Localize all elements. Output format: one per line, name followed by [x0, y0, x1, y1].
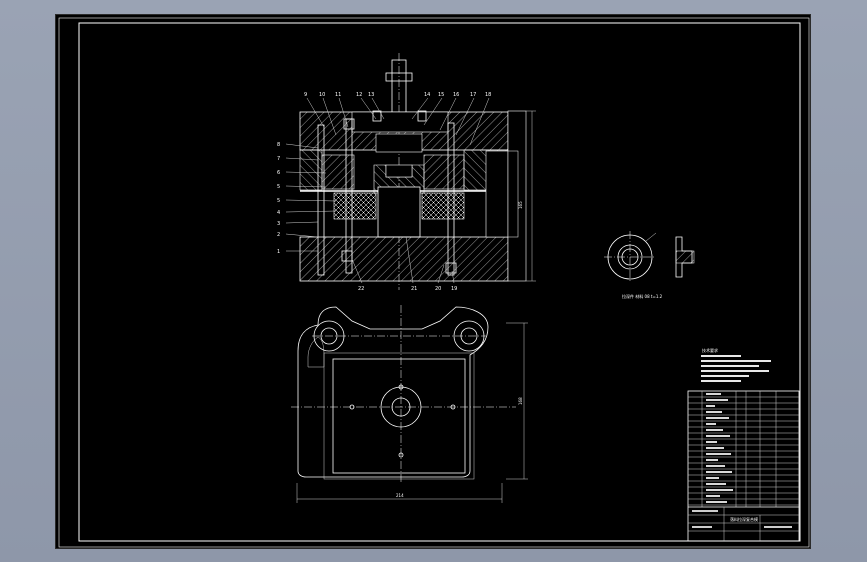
part-no: 11 [335, 92, 341, 98]
notes-title: 技术要求 [702, 347, 718, 353]
part-no: 6 [277, 170, 280, 176]
parts-list-entry [706, 429, 723, 431]
parts-list-entry [706, 489, 733, 491]
plan-width-dim: 214 [396, 493, 404, 498]
rubber-left [333, 192, 377, 220]
parts-list-entry [706, 453, 731, 455]
cad-drawing: 9 10 11 12 13 14 15 16 17 18 8 7 6 5 5 4… [58, 17, 810, 548]
parts-list-entry [706, 477, 719, 479]
plan-view: 214 168 [291, 305, 528, 503]
parts-list-entry [706, 447, 724, 449]
side-dimension: 165 [518, 201, 523, 209]
parts-list-entry [706, 405, 715, 407]
part-no: 5 [277, 198, 280, 204]
part-caption: 拉深件 材料 08 t=1.2 [622, 293, 663, 299]
part-no: 15 [438, 92, 444, 98]
part-no: 18 [485, 92, 491, 98]
technical-notes: 技术要求 [701, 347, 771, 382]
parts-list-entry [706, 459, 718, 461]
rubber-right [421, 192, 465, 220]
lower-plate [299, 236, 509, 282]
parts-list-entry [706, 501, 727, 503]
part-no: 17 [470, 92, 476, 98]
part-no: 12 [356, 92, 362, 98]
part-no: 4 [277, 210, 280, 216]
title-block-name: 落料拉深复合模 [730, 516, 758, 522]
part-no: 5 [277, 184, 280, 190]
part-no: 21 [411, 286, 417, 292]
parts-list-entry [706, 435, 730, 437]
plan-outline [297, 306, 489, 478]
part-no: 19 [451, 286, 457, 292]
part-no: 22 [358, 286, 364, 292]
part-no: 3 [277, 221, 280, 227]
part-no: 16 [453, 92, 459, 98]
part-no: 13 [368, 92, 374, 98]
parts-list-entry [706, 495, 720, 497]
parts-list-entry [706, 465, 725, 467]
parts-list: 落料拉深复合模 [687, 390, 800, 542]
part-no: 8 [277, 142, 280, 148]
part-no: 2 [277, 232, 280, 238]
outer-frame [58, 17, 810, 548]
parts-list-entry [706, 471, 732, 473]
part-no: 20 [435, 286, 441, 292]
inner-frame [78, 22, 801, 542]
part-no: 10 [319, 92, 325, 98]
part-no: 1 [277, 249, 280, 255]
parts-list-entry [706, 423, 716, 425]
plan-height-dim: 168 [518, 397, 523, 405]
parts-list-entry [706, 393, 721, 395]
drawing-sheet: 9 10 11 12 13 14 15 16 17 18 8 7 6 5 5 4… [55, 14, 811, 549]
section-view: 9 10 11 12 13 14 15 16 17 18 8 7 6 5 5 4… [277, 53, 536, 292]
parts-list-entry [706, 399, 728, 401]
parts-list-entry [706, 417, 729, 419]
part-detail: 拉深件 材料 08 t=1.2 [604, 231, 695, 299]
parts-list-entry [706, 441, 717, 443]
part-no: 9 [304, 92, 307, 98]
parts-list-entry [706, 483, 726, 485]
part-no: 7 [277, 156, 280, 162]
parts-list-entry [706, 411, 722, 413]
part-no: 14 [424, 92, 430, 98]
